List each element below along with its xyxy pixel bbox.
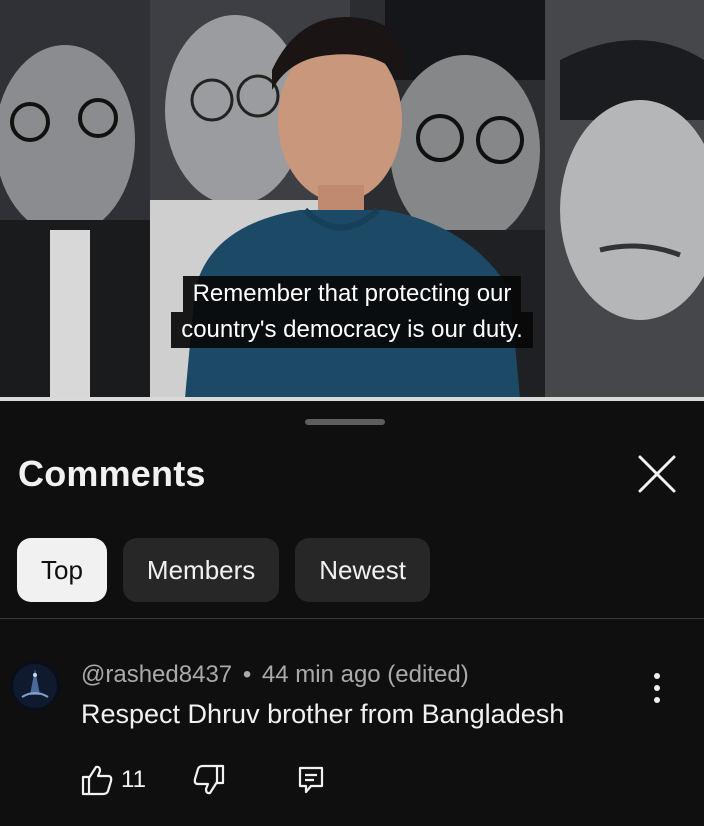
meta-separator: •	[242, 661, 252, 688]
avatar[interactable]	[10, 661, 60, 711]
video-caption: Remember that protecting our country's d…	[0, 276, 704, 348]
more-vertical-icon	[654, 673, 660, 703]
caption-line-1: Remember that protecting our	[182, 276, 522, 312]
thumbs-down-icon	[193, 764, 225, 795]
caption-line-2: country's democracy is our duty.	[171, 312, 533, 348]
divider	[0, 618, 704, 619]
dislike-button[interactable]	[192, 763, 226, 797]
thumbs-up-icon	[81, 765, 113, 796]
comment-text: Respect Dhruv brother from Bangladesh	[81, 699, 565, 729]
comments-title: Comments	[18, 453, 206, 494]
close-button[interactable]	[632, 449, 682, 499]
avatar-image	[10, 661, 60, 711]
comment-meta: @rashed8437 • 44 min ago (edited)	[81, 661, 469, 689]
comment-time: 44 min ago (edited)	[261, 661, 469, 688]
like-count: 11	[121, 766, 146, 793]
filter-chip-top[interactable]: Top	[17, 538, 107, 602]
reply-button[interactable]	[296, 765, 326, 795]
comment-filter-chips: Top Members Newest	[17, 538, 430, 602]
like-button[interactable]	[80, 763, 114, 797]
video-player[interactable]: Remember that protecting our country's d…	[0, 0, 704, 398]
comment-author[interactable]: @rashed8437	[81, 661, 232, 688]
comments-sheet: Comments Top Members Newest @rashed8437 …	[0, 401, 704, 826]
filter-chip-newest[interactable]: Newest	[295, 538, 430, 602]
comment-more-button[interactable]	[640, 669, 674, 707]
drag-handle[interactable]	[305, 419, 385, 425]
reply-icon	[298, 766, 324, 794]
close-icon	[638, 455, 676, 493]
filter-chip-members[interactable]: Members	[122, 538, 280, 602]
